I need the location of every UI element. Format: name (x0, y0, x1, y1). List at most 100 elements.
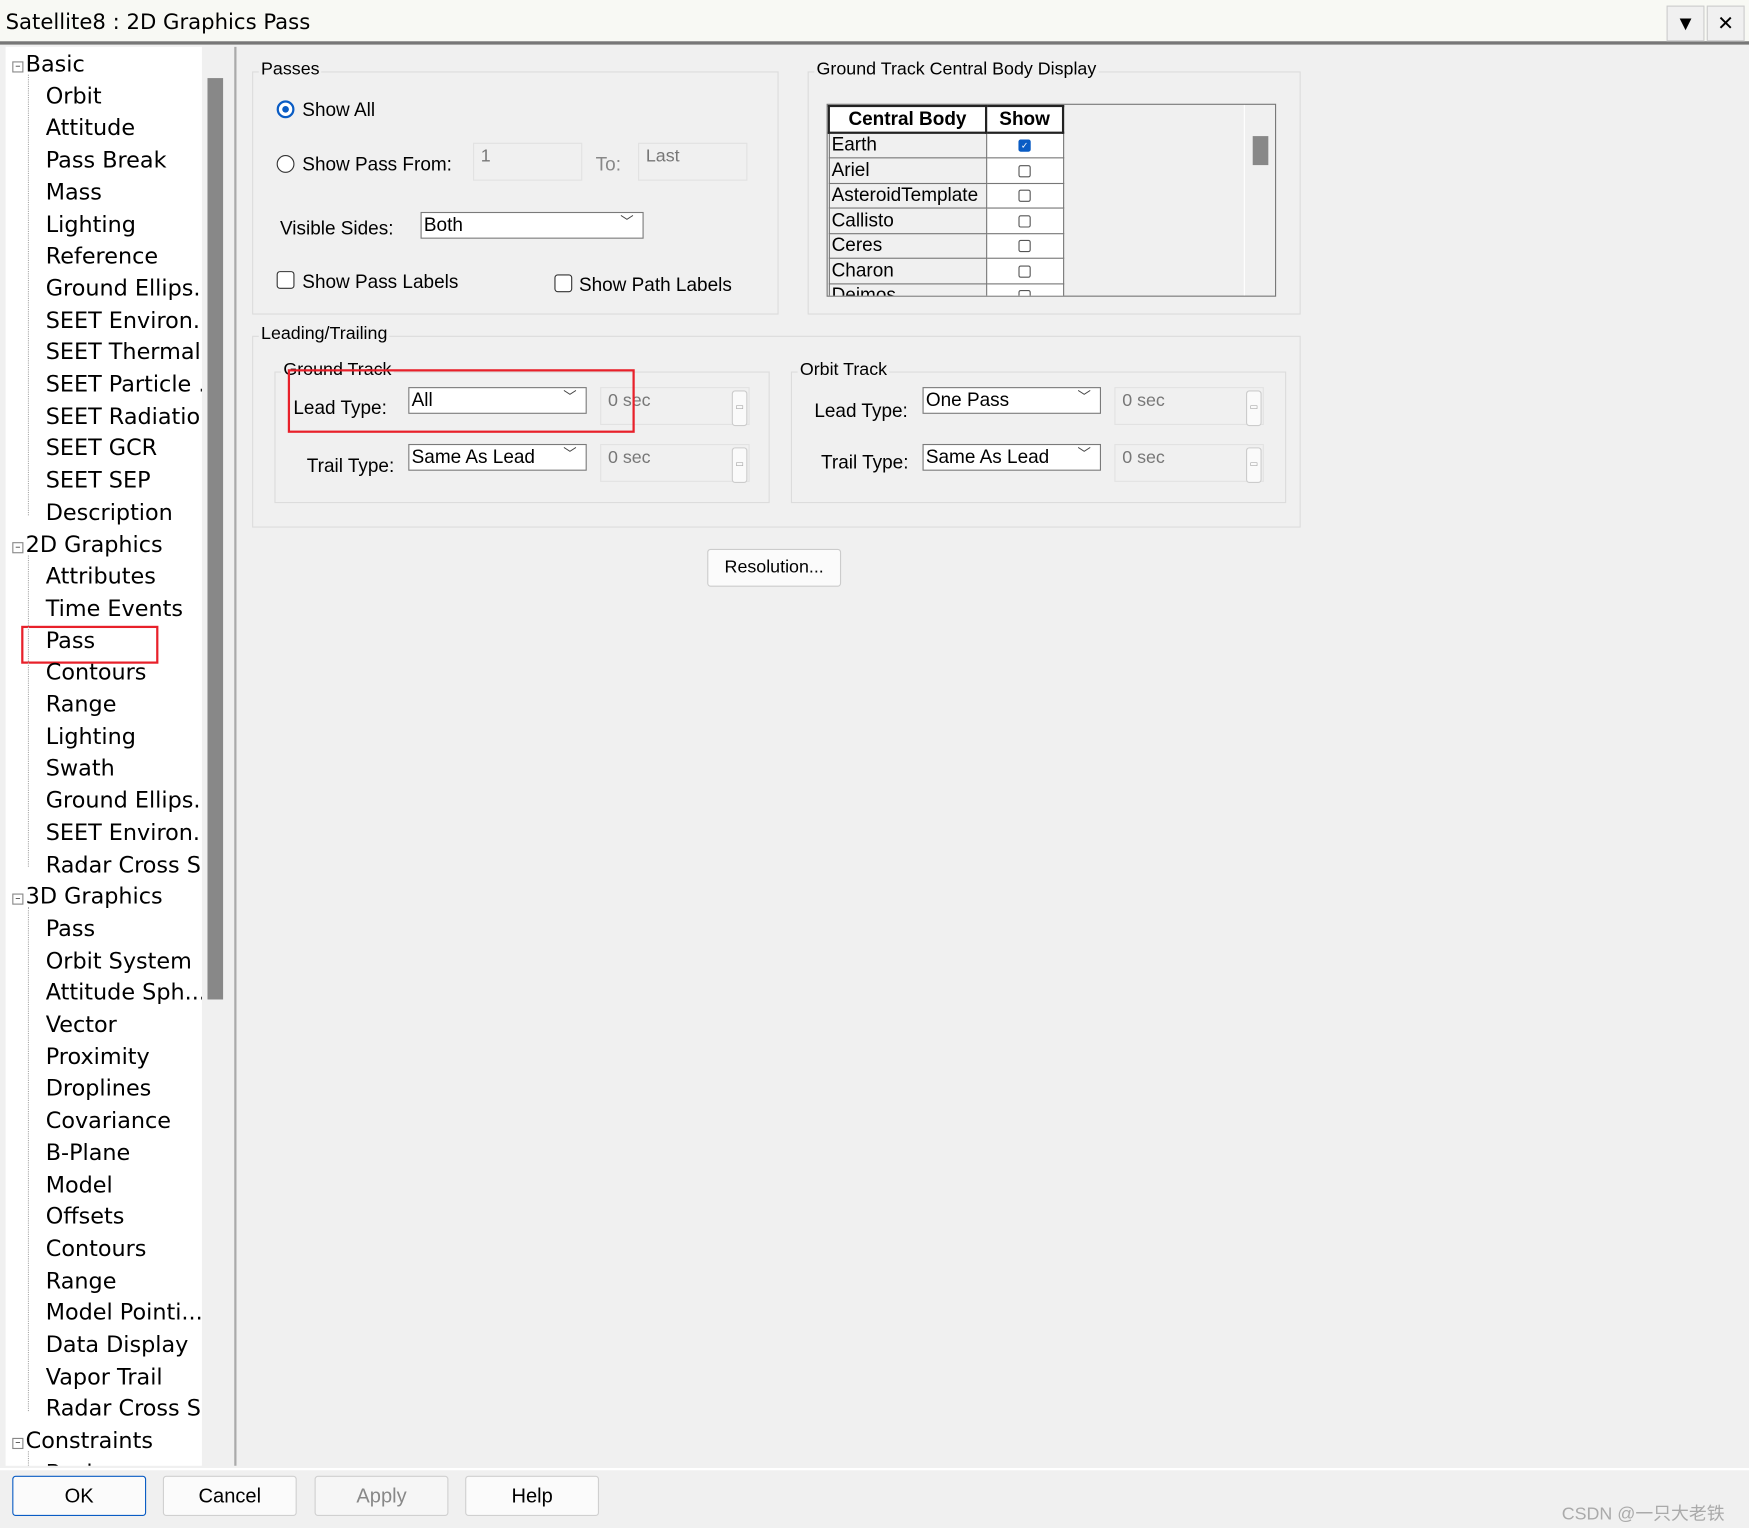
show-all-radio[interactable] (276, 100, 295, 119)
gt-trail-time-spinner[interactable]: ▭ (731, 447, 748, 484)
tree-item[interactable]: SEET GCR (46, 434, 157, 461)
show-checkbox[interactable] (1018, 164, 1031, 178)
ot-trail-time-spinner[interactable]: ▭ (1246, 447, 1262, 484)
tree-item[interactable]: Pass (46, 626, 95, 653)
tree-item[interactable]: Swath (46, 755, 115, 782)
property-tree[interactable]: − Basic Orbit Attitude Pass Break Mass Lightin… (5, 46, 202, 1466)
gt-lead-time-spinner[interactable]: ▭ (731, 390, 748, 427)
tree-group[interactable]: 3D Graphics (26, 883, 163, 910)
table-row[interactable]: Charon (828, 257, 1064, 284)
tree-item[interactable]: Description (46, 498, 173, 525)
tree-item[interactable]: Vapor Trail (46, 1363, 163, 1390)
table-row[interactable]: Deimos (828, 282, 1064, 296)
tree-item[interactable]: Data Display (46, 1331, 189, 1358)
tree-item[interactable]: Offsets (46, 1203, 125, 1230)
column-header-central-body[interactable]: Central Body (827, 104, 988, 134)
tree-item[interactable]: Model Pointi... (46, 1299, 202, 1326)
dropdown-menu-button[interactable]: ▼ (1666, 5, 1705, 42)
gt-trail-time-input[interactable]: 0 sec (600, 443, 750, 482)
table-row[interactable]: Callisto (828, 207, 1064, 234)
tree-item[interactable]: SEET Radiation (46, 402, 202, 429)
table-row[interactable]: Earth ✓ (828, 131, 1064, 159)
tree-item[interactable]: Droplines (46, 1075, 152, 1102)
tree-item[interactable]: Orbit System (46, 947, 192, 974)
tree-item[interactable]: Range (46, 1267, 117, 1294)
central-body-name: AsteroidTemplate (828, 182, 987, 209)
close-button[interactable]: ✕ (1706, 5, 1745, 42)
tree-item[interactable]: Pass Break (46, 146, 167, 173)
show-cell (985, 182, 1064, 209)
show-path-labels-checkbox[interactable] (554, 274, 573, 293)
show-checkbox[interactable] (1018, 240, 1031, 253)
tree-item[interactable]: Time Events (46, 594, 183, 621)
tree-item[interactable]: Ground Ellips... (46, 787, 202, 814)
pass-from-input[interactable]: 1 (472, 142, 583, 181)
central-body-grid[interactable]: Central Body Show Earth ✓ Ariel AsteroidTemp… (826, 103, 1277, 297)
show-pass-labels-checkbox[interactable] (276, 271, 295, 289)
tree-item[interactable]: Covariance (46, 1107, 171, 1134)
tree-group[interactable]: 2D Graphics (26, 530, 163, 557)
visible-sides-select[interactable]: Both ﹀ (420, 211, 644, 239)
tree-item[interactable]: Ground Ellips... (46, 274, 202, 301)
tree-item[interactable]: B-Plane (46, 1139, 131, 1166)
pass-to-input[interactable]: Last (638, 142, 748, 181)
tree-connector-line (27, 1451, 30, 1466)
table-row[interactable]: Ariel (828, 157, 1064, 184)
resolution-button[interactable]: Resolution... (707, 548, 842, 587)
ot-trail-type-select[interactable]: Same As Lead ﹀ (922, 443, 1101, 471)
tree-item[interactable]: Proximity (46, 1043, 150, 1070)
tree-item[interactable]: Range (46, 690, 117, 717)
ot-lead-time-input[interactable]: 0 sec (1114, 387, 1264, 426)
show-pass-from-radio[interactable] (276, 155, 295, 173)
show-checkbox[interactable] (1018, 265, 1031, 278)
tree-item[interactable]: SEET Particle ... (46, 370, 202, 397)
tree-group[interactable]: Basic (26, 50, 85, 77)
tree-item[interactable]: SEET Environ... (46, 306, 202, 333)
gt-trail-type-label: Trail Type: (306, 455, 395, 477)
table-row[interactable]: Ceres (828, 232, 1064, 259)
show-checkbox[interactable]: ✓ (1018, 139, 1031, 153)
tree-item[interactable]: SEET Environ... (46, 819, 202, 846)
show-checkbox[interactable] (1018, 290, 1031, 296)
table-row[interactable]: AsteroidTemplate (828, 182, 1064, 209)
collapse-toggle-icon[interactable]: − (12, 1437, 24, 1450)
ot-lead-time-spinner[interactable]: ▭ (1246, 390, 1262, 427)
apply-button[interactable]: Apply (314, 1475, 449, 1516)
tree-item[interactable]: Attitude Sph... (46, 979, 202, 1006)
tree-group[interactable]: Constraints (26, 1427, 153, 1454)
tree-item[interactable]: Model (46, 1171, 113, 1198)
ot-trail-time-input[interactable]: 0 sec (1114, 443, 1264, 482)
tree-item[interactable]: Basic (46, 1459, 105, 1466)
collapse-toggle-icon[interactable]: − (12, 893, 24, 905)
show-cell: ✓ (985, 131, 1064, 159)
tree-item[interactable]: Lighting (46, 210, 136, 237)
show-checkbox[interactable] (1018, 189, 1031, 203)
gt-trail-type-select[interactable]: Same As Lead ﹀ (408, 443, 587, 471)
tree-item[interactable]: Radar Cross S... (46, 851, 202, 878)
ok-button[interactable]: OK (12, 1475, 147, 1516)
collapse-toggle-icon[interactable]: − (12, 61, 24, 73)
tree-item[interactable]: Lighting (46, 722, 136, 749)
tree-item[interactable]: SEET Thermal (46, 338, 201, 365)
cancel-button[interactable]: Cancel (162, 1475, 297, 1516)
tree-item[interactable]: SEET SEP (46, 466, 151, 493)
tree-item[interactable]: Attitude (46, 114, 135, 141)
grid-scrollbar-thumb[interactable] (1252, 136, 1269, 166)
tree-item[interactable]: Attributes (46, 562, 156, 589)
collapse-toggle-icon[interactable]: − (12, 541, 24, 553)
tree-item[interactable]: Contours (46, 1235, 147, 1262)
tree-item[interactable]: Pass (46, 915, 95, 942)
column-header-show[interactable]: Show (984, 104, 1065, 134)
tree-item[interactable]: Contours (46, 658, 147, 685)
tree-item[interactable]: Reference (46, 242, 158, 269)
tree-item[interactable]: Orbit (46, 82, 102, 109)
tree-item[interactable]: Vector (46, 1011, 117, 1038)
tree-scrollbar-thumb[interactable] (207, 78, 224, 1000)
help-button[interactable]: Help (465, 1475, 600, 1516)
tree-item[interactable]: Mass (46, 178, 102, 205)
tree-item[interactable]: Radar Cross S... (46, 1395, 202, 1422)
dialog-window: Satellite8 : 2D Graphics Pass ▼ ✕ − Basic… (0, 0, 1749, 1528)
show-checkbox[interactable] (1018, 215, 1031, 228)
ot-lead-type-select[interactable]: One Pass ﹀ (922, 387, 1101, 414)
splitter[interactable] (234, 46, 237, 1466)
